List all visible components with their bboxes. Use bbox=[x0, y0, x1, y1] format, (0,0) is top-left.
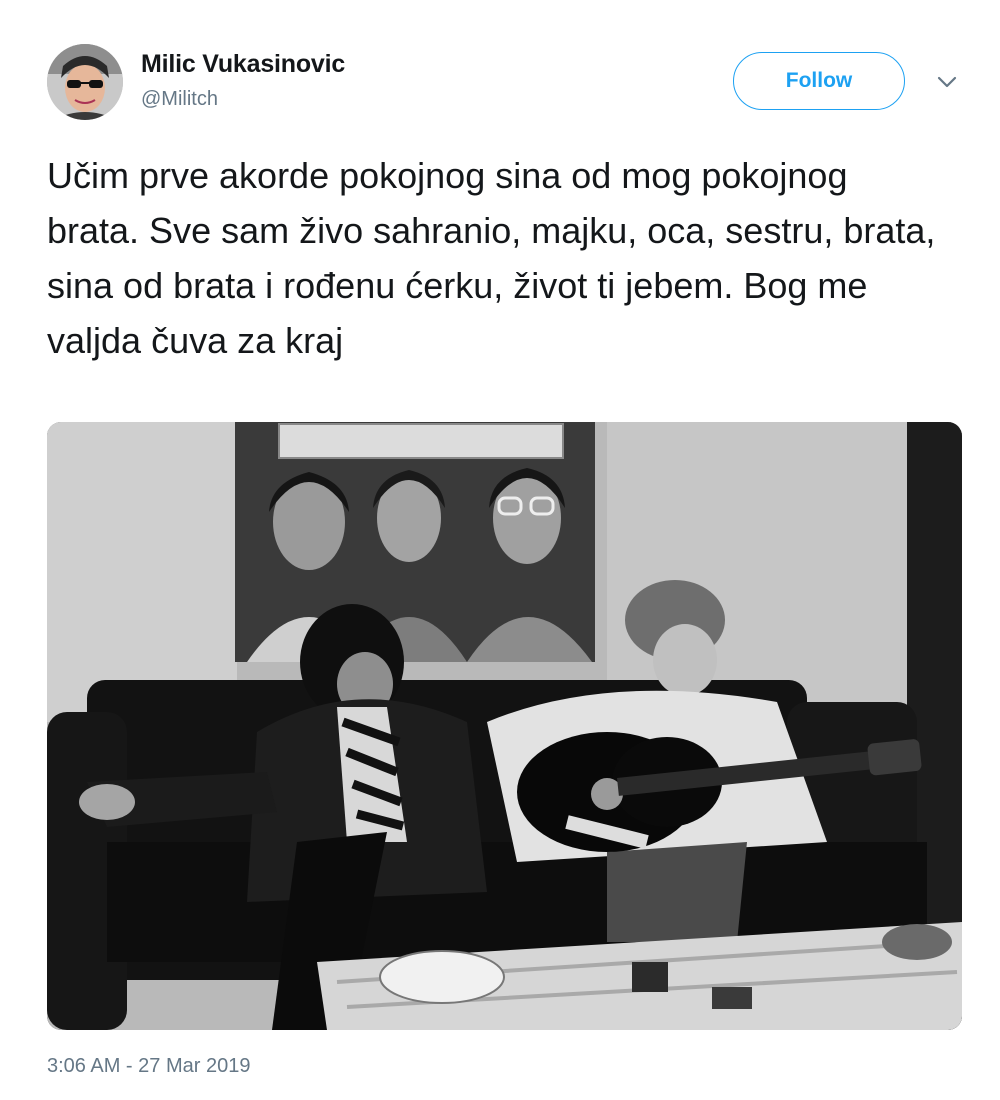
tweet-photo[interactable] bbox=[47, 422, 962, 1030]
tweet-text: Učim prve akorde pokojnog sina od mog po… bbox=[47, 155, 936, 361]
author-avatar[interactable] bbox=[47, 44, 123, 120]
author-display-name[interactable]: Milic Vukasinovic bbox=[141, 50, 345, 79]
tweet-timestamp[interactable]: 3:06 AM - 27 Mar 2019 bbox=[47, 1055, 250, 1078]
author-handle[interactable]: @Militch bbox=[141, 88, 218, 111]
chevron-down-icon[interactable] bbox=[935, 70, 959, 94]
follow-button[interactable]: Follow bbox=[733, 52, 905, 110]
